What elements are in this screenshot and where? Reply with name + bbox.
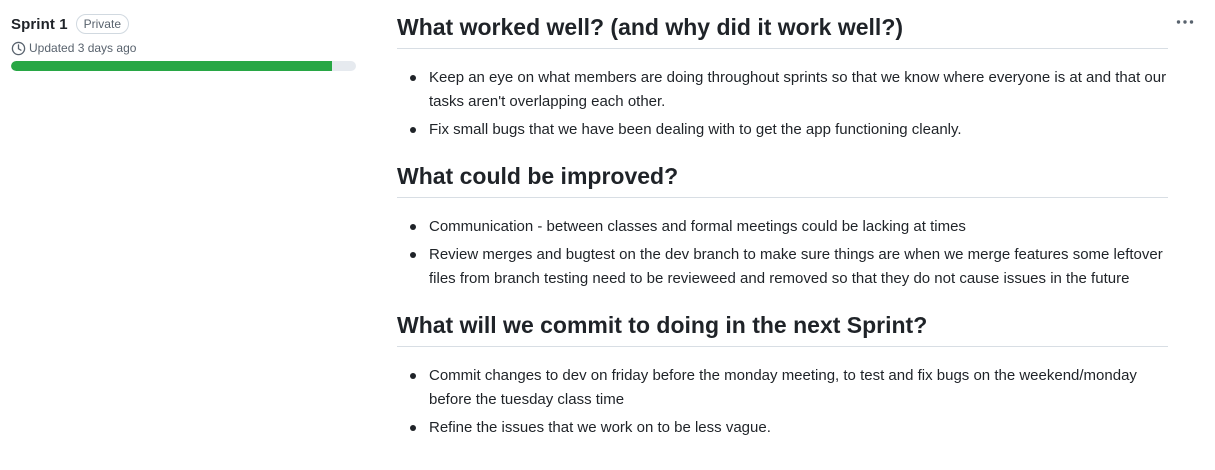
bullet-list: Communication - between classes and form… (397, 215, 1168, 291)
list-item: Communication - between classes and form… (397, 215, 1168, 239)
list-item-text: Communication - between classes and form… (429, 218, 966, 235)
bullet-dot-icon (410, 75, 416, 81)
list-item-text: Keep an eye on what members are doing th… (429, 69, 1167, 110)
updated-status: Updated 3 days ago (11, 40, 356, 56)
kebab-horizontal-icon (1176, 20, 1194, 24)
progress-bar-fill (11, 61, 332, 71)
list-item: Fix small bugs that we have been dealing… (397, 118, 1168, 142)
project-card: Sprint 1 Private Updated 3 days ago (11, 13, 356, 71)
list-item: Review merges and bugtest on the dev bra… (397, 243, 1168, 291)
bullet-list: Keep an eye on what members are doing th… (397, 66, 1168, 142)
bullet-dot-icon (410, 425, 416, 431)
list-item-text: Fix small bugs that we have been dealing… (429, 121, 962, 138)
updated-text: Updated 3 days ago (29, 41, 137, 55)
bullet-dot-icon (410, 373, 416, 379)
bullet-dot-icon (410, 127, 416, 133)
section-could-improve: What could be improved? Communication - … (397, 146, 1168, 291)
visibility-badge: Private (75, 14, 129, 34)
project-title[interactable]: Sprint 1 (11, 16, 68, 33)
section-heading: What could be improved? (397, 162, 1168, 198)
list-item-text: Commit changes to dev on friday before t… (429, 367, 1137, 408)
more-options-button[interactable] (1174, 12, 1196, 32)
list-item-text: Review merges and bugtest on the dev bra… (429, 246, 1163, 287)
bullet-dot-icon (410, 252, 416, 258)
list-item: Refine the issues that we work on to be … (397, 416, 1168, 440)
section-heading: What worked well? (and why did it work w… (397, 13, 1168, 49)
progress-bar (11, 61, 356, 71)
list-item-text: Refine the issues that we work on to be … (429, 419, 771, 436)
project-page: Sprint 1 Private Updated 3 days ago What… (0, 0, 1215, 470)
bullet-dot-icon (410, 224, 416, 230)
section-worked-well: What worked well? (and why did it work w… (397, 0, 1168, 142)
list-item: Keep an eye on what members are doing th… (397, 66, 1168, 114)
list-item: Commit changes to dev on friday before t… (397, 364, 1168, 412)
section-next-sprint: What will we commit to doing in the next… (397, 295, 1168, 440)
readme-content: What worked well? (and why did it work w… (397, 0, 1168, 444)
section-heading: What will we commit to doing in the next… (397, 311, 1168, 347)
clock-icon (11, 41, 26, 55)
project-header: Sprint 1 Private (11, 13, 356, 35)
bullet-list: Commit changes to dev on friday before t… (397, 364, 1168, 440)
